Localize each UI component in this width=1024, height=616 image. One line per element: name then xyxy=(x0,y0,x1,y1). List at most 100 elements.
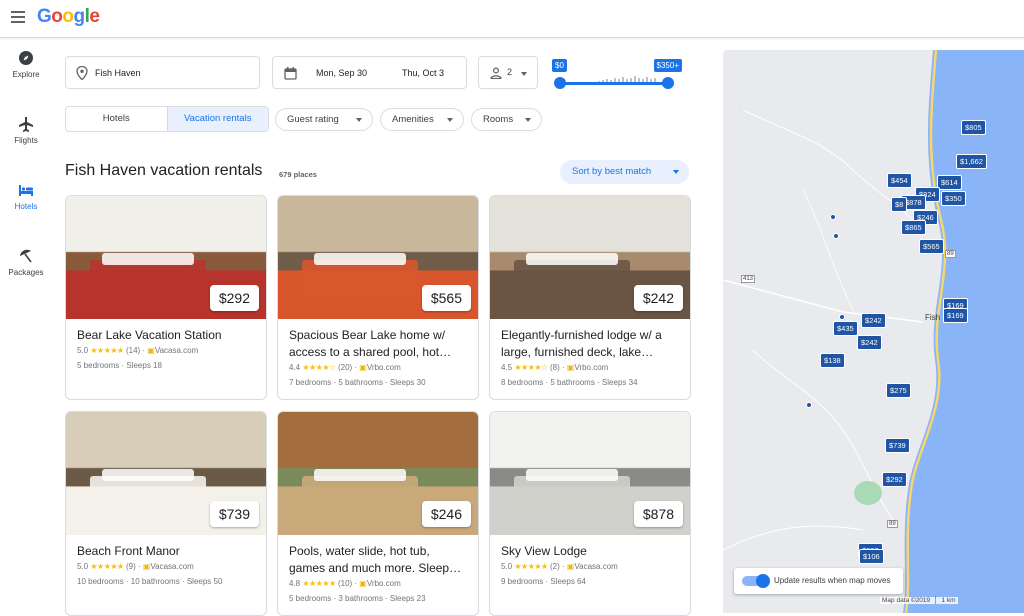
listing-card[interactable]: $246 Pools, water slide, hot tub, games … xyxy=(277,411,479,616)
amenities-label: Amenities xyxy=(392,114,434,125)
compass-icon xyxy=(19,51,33,65)
map-price-pin[interactable]: $169 xyxy=(943,308,968,323)
guest-rating-filter[interactable]: Guest rating xyxy=(275,108,373,131)
road-shield: 89 xyxy=(887,520,898,528)
calendar-icon xyxy=(284,67,297,80)
listing-photo[interactable]: $246 xyxy=(278,412,478,535)
listing-photo[interactable]: $242 xyxy=(490,196,690,319)
listing-photo[interactable]: $739 xyxy=(66,412,266,535)
checkin-date[interactable]: Mon, Sep 30 xyxy=(316,68,367,78)
nav-explore[interactable]: Explore xyxy=(0,50,52,106)
airplane-icon xyxy=(19,117,33,132)
hamburger-menu-icon[interactable] xyxy=(11,11,25,23)
map-price-pin[interactable]: $350 xyxy=(941,191,966,206)
map-price-pin[interactable]: $739 xyxy=(885,438,910,453)
review-count: (2) xyxy=(549,562,560,571)
listing-photo[interactable]: $565 xyxy=(278,196,478,319)
logo-letter: o xyxy=(62,6,74,27)
location-value: Fish Haven xyxy=(95,68,141,78)
map-attribution: Map data ©2019 │ 1 km xyxy=(880,597,958,604)
map-location-dot[interactable] xyxy=(833,233,839,239)
map-price-pin[interactable]: $565 xyxy=(919,239,944,254)
guests-selector[interactable]: 2 xyxy=(478,56,538,89)
listing-source: Vrbo.com xyxy=(366,363,401,372)
star-rating-icon: ★★★★☆ xyxy=(302,363,336,372)
map-price-pin[interactable]: $435 xyxy=(833,321,858,336)
results-count: 679 places xyxy=(279,170,317,179)
nav-flights-label: Flights xyxy=(14,136,38,145)
guest-rating-label: Guest rating xyxy=(287,114,339,125)
map-location-dot[interactable] xyxy=(839,314,845,320)
review-count: (20) xyxy=(337,363,353,372)
date-range-field[interactable]: Mon, Sep 30 Thu, Oct 3 xyxy=(272,56,467,89)
listing-title[interactable]: Pools, water slide, hot tub, games and m… xyxy=(278,535,478,577)
listing-features: 5 bedrooms · Sleeps 18 xyxy=(77,361,162,370)
logo-letter: o xyxy=(51,6,63,27)
map-price-pin[interactable]: $138 xyxy=(820,353,845,368)
chevron-down-icon xyxy=(521,72,527,76)
listing-rating: 5.0 ★★★★★ (14) · ▣Vacasa.com xyxy=(77,346,199,355)
rating-score: 5.0 xyxy=(77,346,89,355)
property-type-toggle: Hotels Vacation rentals xyxy=(65,106,269,132)
map-location-dot[interactable] xyxy=(806,402,812,408)
side-nav: Explore Flights Hotels Packages xyxy=(0,40,52,304)
guests-count: 2 xyxy=(507,67,513,77)
nav-packages[interactable]: Packages xyxy=(0,248,52,304)
listing-price: $292 xyxy=(209,285,259,311)
listing-card[interactable]: $739 Beach Front Manor 5.0 ★★★★★ (9) · ▣… xyxy=(65,411,267,616)
listing-title[interactable]: Bear Lake Vacation Station xyxy=(66,319,266,344)
road-shield: 89 xyxy=(945,250,956,258)
price-range-slider[interactable]: $0 $350+ xyxy=(550,56,682,92)
toggle-label: Update results when map moves xyxy=(774,576,891,585)
sort-dropdown[interactable]: Sort by best match xyxy=(560,160,689,184)
map-panel[interactable]: $805 $1,662 $454 $614 $824 $878 $350 $8 $246 $865… xyxy=(723,50,1024,613)
listing-title[interactable]: Elegantly-furnished lodge w/ a large, fu… xyxy=(490,319,690,361)
listing-card[interactable]: $565 Spacious Bear Lake home w/ access t… xyxy=(277,195,479,400)
listing-photo[interactable]: $292 xyxy=(66,196,266,319)
map-price-pin[interactable]: $454 xyxy=(887,173,912,188)
location-field[interactable]: Fish Haven xyxy=(65,56,260,89)
listing-title[interactable]: Beach Front Manor xyxy=(66,535,266,560)
listing-source: Vacasa.com xyxy=(150,562,194,571)
toggle-switch[interactable] xyxy=(742,574,770,588)
map-price-pin[interactable]: $242 xyxy=(861,313,886,328)
listing-rating: 5.0 ★★★★★ (2) · ▣Vacasa.com xyxy=(501,562,618,571)
price-max-handle[interactable] xyxy=(662,77,674,89)
nav-explore-label: Explore xyxy=(12,70,40,79)
map-price-pin[interactable]: $805 xyxy=(961,120,986,135)
listing-title[interactable]: Spacious Bear Lake home w/ access to a s… xyxy=(278,319,478,361)
tab-hotels[interactable]: Hotels xyxy=(66,107,167,131)
map-price-pin[interactable]: $275 xyxy=(886,383,911,398)
listing-source: Vacasa.com xyxy=(574,562,618,571)
map-price-pin[interactable]: $865 xyxy=(901,220,926,235)
amenities-filter[interactable]: Amenities xyxy=(380,108,464,131)
listing-features: 7 bedrooms · 5 bathrooms · Sleeps 30 xyxy=(289,378,426,387)
listing-card[interactable]: $878 Sky View Lodge 5.0 ★★★★★ (2) · ▣Vac… xyxy=(489,411,691,616)
nav-packages-label: Packages xyxy=(8,268,44,277)
map-price-pin[interactable]: $106 xyxy=(859,549,884,564)
star-rating-icon: ★★★★★ xyxy=(302,579,336,588)
price-min-tag: $0 xyxy=(552,59,567,72)
listing-title[interactable]: Sky View Lodge xyxy=(490,535,690,560)
price-slider-track[interactable] xyxy=(559,82,668,85)
update-on-move-toggle[interactable]: Update results when map moves xyxy=(734,568,903,594)
price-min-handle[interactable] xyxy=(554,77,566,89)
google-logo[interactable]: Google xyxy=(37,6,100,28)
rooms-filter[interactable]: Rooms xyxy=(471,108,542,131)
listing-card[interactable]: $242 Elegantly-furnished lodge w/ a larg… xyxy=(489,195,691,400)
beach-umbrella-icon xyxy=(20,249,32,263)
nav-flights[interactable]: Flights xyxy=(0,116,52,172)
listing-photo[interactable]: $878 xyxy=(490,412,690,535)
logo-letter: e xyxy=(89,6,100,27)
checkout-date[interactable]: Thu, Oct 3 xyxy=(402,68,444,78)
map-location-dot[interactable] xyxy=(830,214,836,220)
map-price-pin[interactable]: $292 xyxy=(882,472,907,487)
top-bar: Google xyxy=(0,0,1024,38)
map-price-pin[interactable]: $242 xyxy=(857,335,882,350)
listing-card[interactable]: $292 Bear Lake Vacation Station 5.0 ★★★★… xyxy=(65,195,267,400)
tab-vacation-rentals[interactable]: Vacation rentals xyxy=(166,107,268,131)
map-price-pin[interactable]: $1,662 xyxy=(956,154,987,169)
map-price-pin[interactable]: $614 xyxy=(937,175,962,190)
map-price-pin[interactable]: $8 xyxy=(891,197,908,212)
nav-hotels[interactable]: Hotels xyxy=(0,182,52,238)
